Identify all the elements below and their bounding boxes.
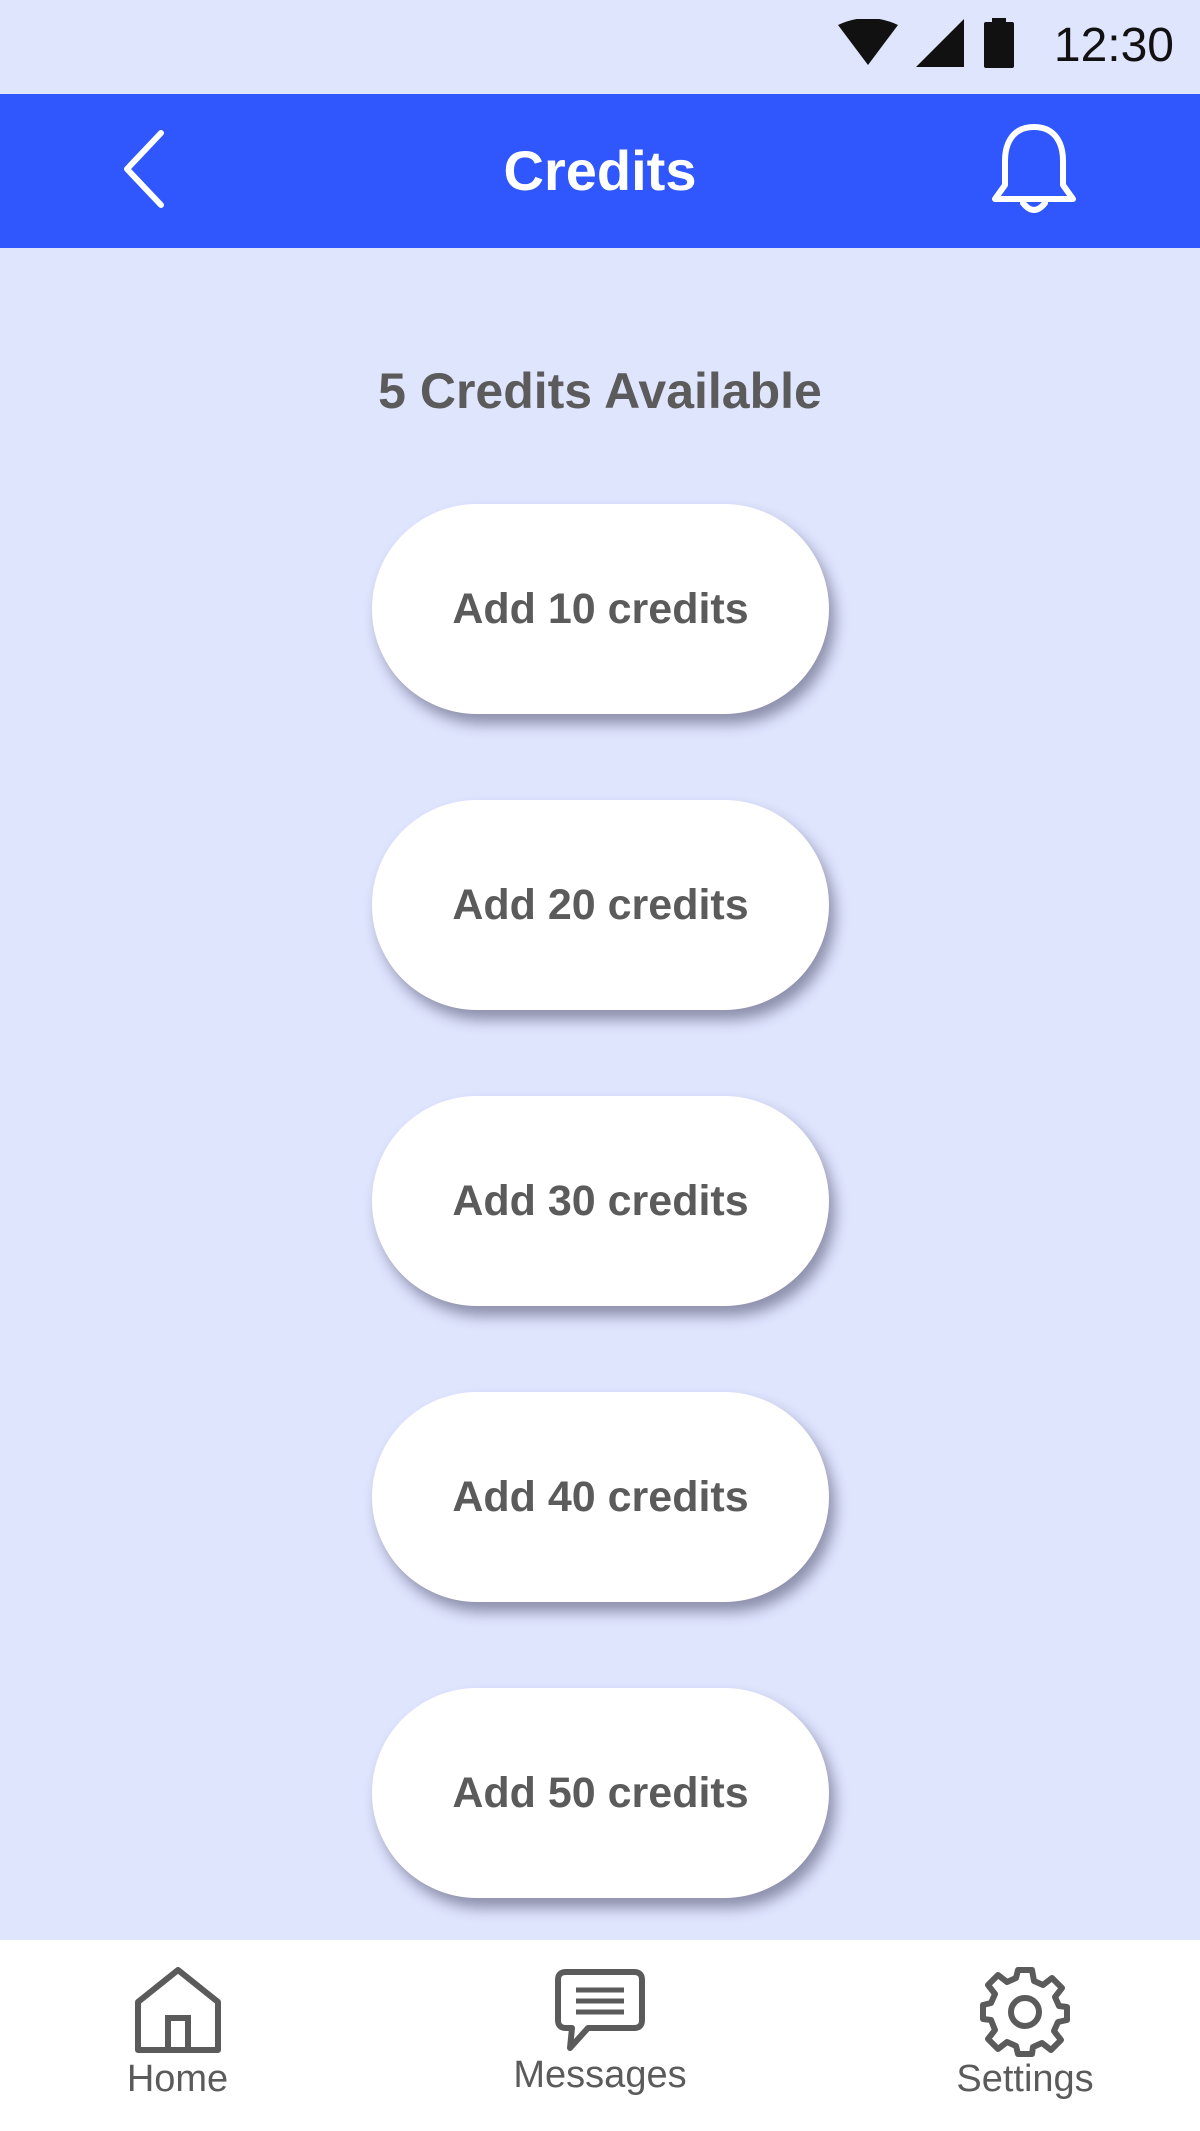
credits-available-label: 5 Credits Available — [378, 363, 822, 419]
nav-label-home: Home — [126, 2058, 229, 2100]
battery-icon — [982, 17, 1016, 73]
bell-icon — [991, 123, 1077, 220]
nav-item-home[interactable]: Home — [100, 1940, 255, 2131]
nav-label-settings: Settings — [956, 2058, 1094, 2100]
chevron-left-icon — [119, 129, 169, 214]
wifi-icon — [837, 17, 898, 72]
add-40-credits-button[interactable]: Add 40 credits — [372, 1392, 829, 1602]
status-bar: 12:30 — [0, 0, 1200, 94]
add-10-credits-button[interactable]: Add 10 credits — [372, 504, 829, 714]
add-20-credits-button[interactable]: Add 20 credits — [372, 800, 829, 1010]
notifications-button[interactable] — [984, 116, 1084, 226]
back-button[interactable] — [104, 124, 184, 218]
nav-label-messages: Messages — [513, 2054, 687, 2096]
nav-item-settings[interactable]: Settings — [930, 1940, 1120, 2131]
app-bar: Credits — [0, 94, 1200, 248]
add-30-credits-button[interactable]: Add 30 credits — [372, 1096, 829, 1306]
status-icons: 12:30 — [837, 10, 1174, 80]
add-50-credits-button[interactable]: Add 50 credits — [372, 1688, 829, 1898]
settings-icon — [979, 1966, 1071, 2063]
messages-icon — [554, 1968, 646, 2059]
bottom-nav: Home Messages Settings — [0, 1940, 1200, 2131]
home-icon — [132, 1966, 224, 2059]
status-time: 12:30 — [1053, 18, 1174, 72]
nav-item-messages[interactable]: Messages — [490, 1940, 710, 2131]
signal-icon — [915, 18, 964, 72]
